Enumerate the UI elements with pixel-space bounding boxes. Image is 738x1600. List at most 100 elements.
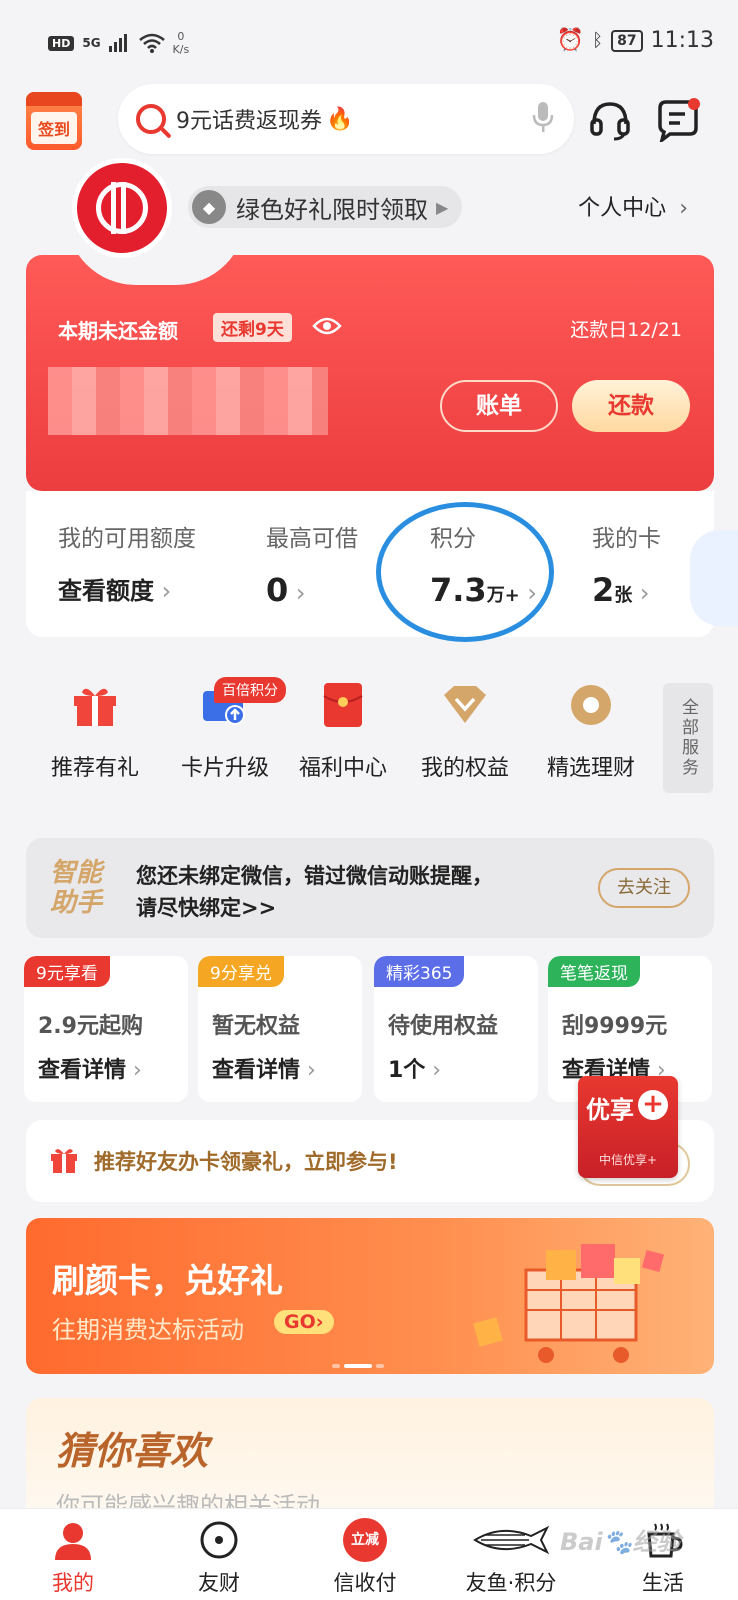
mini-card-tag: 9元享看: [24, 956, 110, 987]
green-promo-pill[interactable]: ◆ 绿色好礼限时领取 ▶: [188, 186, 463, 228]
guess-you-like-section: 猜你喜欢 你可能感兴趣的相关活动: [26, 1398, 714, 1520]
wechat-bind-message: 您还未绑定微信，错过微信动账提醒， 请尽快绑定>>: [136, 860, 493, 924]
coin-icon: [146, 1517, 292, 1563]
all-services-button[interactable]: 全部服务: [663, 683, 713, 793]
bill-card: 本期未还金额 还剩9天 还款日12/21 账单 还款: [26, 255, 714, 491]
quick-finance[interactable]: 精选理财: [526, 680, 656, 782]
quick-label: 卡片升级: [180, 756, 269, 781]
search-bar[interactable]: 9元话费返现券 🔥: [118, 84, 574, 154]
gift-icon: [51, 1149, 77, 1173]
status-right: ⏰ ᛒ 87 11:13: [557, 28, 714, 53]
stat-available-credit[interactable]: 我的可用额度 查看额度 ›: [58, 519, 196, 606]
quick-label: 我的权益: [420, 756, 509, 781]
hot-badge: 百倍积分: [214, 677, 286, 703]
hd-badge: HD: [48, 35, 75, 51]
mini-card-title: 暂无权益: [212, 1014, 301, 1039]
mini-card-link-text: 查看详情: [212, 1058, 301, 1083]
account-stats: 我的可用额度 查看额度 › 最高可借 0 › 积分 7.3万+ › 我的卡 2张…: [26, 491, 714, 637]
nav-label: 友财: [198, 1571, 240, 1595]
signin-button[interactable]: 签到: [26, 92, 82, 150]
card-notch: [66, 255, 246, 285]
calendar-top: [26, 92, 82, 106]
follow-button[interactable]: 去关注: [598, 868, 690, 908]
signal-label: 5G: [82, 36, 101, 50]
search-icon: [136, 104, 166, 134]
bluetooth-icon: ᛒ: [592, 30, 604, 51]
quick-recommend[interactable]: 推荐有礼: [30, 680, 160, 782]
mini-card-9fen[interactable]: 9分享兑 暂无权益 查看详情 ›: [198, 956, 362, 1102]
quick-label: 福利中心: [298, 756, 387, 781]
nav-youcai[interactable]: 友财: [146, 1517, 292, 1597]
personal-center-label: 个人中心: [578, 196, 667, 221]
pay-button[interactable]: 还款: [572, 380, 690, 432]
due-amount-label: 本期未还金额: [58, 319, 178, 343]
stat-value-text: 查看额度: [58, 577, 154, 605]
carousel-dot: [332, 1364, 340, 1368]
side-assistant-bubble[interactable]: [690, 530, 738, 626]
stat-unit: 张: [614, 585, 633, 606]
stat-value: 查看额度 ›: [58, 571, 196, 606]
citic-logo[interactable]: [72, 158, 172, 258]
user-icon: [0, 1517, 146, 1563]
gift-icon: [70, 680, 120, 730]
mini-card-link: 1个 ›: [388, 1052, 441, 1084]
search-placeholder: 9元话费返现券: [176, 109, 322, 134]
nav-mine[interactable]: 我的: [0, 1517, 146, 1597]
net-speed: 0 K/s: [173, 30, 190, 56]
headset-icon[interactable]: [588, 98, 632, 142]
status-bar: HD 5G 0 K/s ⏰ ᛒ 87 11:13: [0, 0, 738, 80]
quick-welfare[interactable]: 福利中心: [278, 680, 408, 782]
youxiang-title: 优享: [586, 1096, 634, 1124]
refer-text: 推荐好友办卡领豪礼，立即参与!: [94, 1150, 398, 1174]
paw-icon: 🐾: [602, 1528, 633, 1556]
signin-label: 签到: [31, 112, 77, 144]
stat-title: 最高可借: [266, 526, 358, 552]
chevron-right-icon: ›: [300, 1058, 316, 1083]
wechat-bind-banner[interactable]: 智能助手 您还未绑定微信，错过微信动账提醒， 请尽快绑定>> 去关注: [26, 838, 714, 938]
status-left: HD 5G 0 K/s: [48, 30, 189, 56]
hidden-amount: [48, 367, 328, 435]
coin-icon: [566, 680, 616, 730]
stat-value-text: 2: [592, 571, 615, 609]
mini-card-tag: 9分享兑: [198, 956, 284, 987]
signal-icon: [108, 34, 127, 52]
discount-icon: 立减: [292, 1517, 438, 1563]
message-icon[interactable]: [656, 98, 700, 142]
mini-card-title: 待使用权益: [388, 1014, 499, 1039]
discount-badge: 立减: [343, 1518, 387, 1562]
bill-button[interactable]: 账单: [440, 380, 558, 432]
baidu-watermark: Bai🐾经验: [560, 1528, 681, 1556]
highlight-circle: [376, 502, 554, 642]
quick-rights[interactable]: 我的权益: [400, 680, 530, 782]
banner-go-button[interactable]: GO›: [274, 1310, 334, 1334]
youxiang-subtitle: 中信优享+: [598, 1153, 658, 1167]
due-date: 还款日12/21: [570, 319, 682, 341]
carousel-dots: [332, 1364, 384, 1368]
stat-my-cards[interactable]: 我的卡 2张 ›: [592, 519, 661, 609]
mini-card-365[interactable]: 精彩365 待使用权益 1个 ›: [374, 956, 538, 1102]
nav-label: 生活: [642, 1571, 684, 1595]
personal-center-link[interactable]: 个人中心 ›: [578, 190, 688, 222]
mini-card-9yuan[interactable]: 9元享看 2.9元起购 查看详情 ›: [24, 956, 188, 1102]
nav-xinshoufu[interactable]: 立减 信收付: [292, 1517, 438, 1597]
logo-mark: [96, 182, 148, 234]
chevron-right-icon: ›: [425, 1058, 442, 1083]
play-icon: ▶: [436, 197, 449, 217]
eye-icon[interactable]: [312, 315, 342, 337]
chevron-right-icon: ›: [154, 577, 172, 605]
net-speed-value: 0: [177, 30, 185, 43]
net-speed-unit: K/s: [172, 43, 190, 56]
stat-max-loan[interactable]: 最高可借 0 ›: [266, 519, 358, 609]
shopping-cart-icon: [473, 1244, 665, 1363]
nav-label: 信收付: [333, 1571, 397, 1595]
mic-icon[interactable]: [532, 102, 554, 132]
mini-card-tag: 笔笔返现: [548, 956, 640, 987]
wechat-bind-line2: 请尽快绑定>>: [136, 896, 277, 920]
carousel-dot: [376, 1364, 384, 1368]
alarm-icon: ⏰: [556, 28, 585, 53]
promo-banner[interactable]: 刷颜卡，兑好礼 往期消费达标活动 GO›: [26, 1218, 714, 1374]
clock: 11:13: [650, 28, 714, 53]
banner-title: 刷颜卡，兑好礼: [52, 1261, 283, 1300]
youxiang-floating-button[interactable]: 优享 + 中信优享+: [578, 1076, 678, 1178]
green-promo-label: 绿色好礼限时领取: [236, 195, 428, 224]
